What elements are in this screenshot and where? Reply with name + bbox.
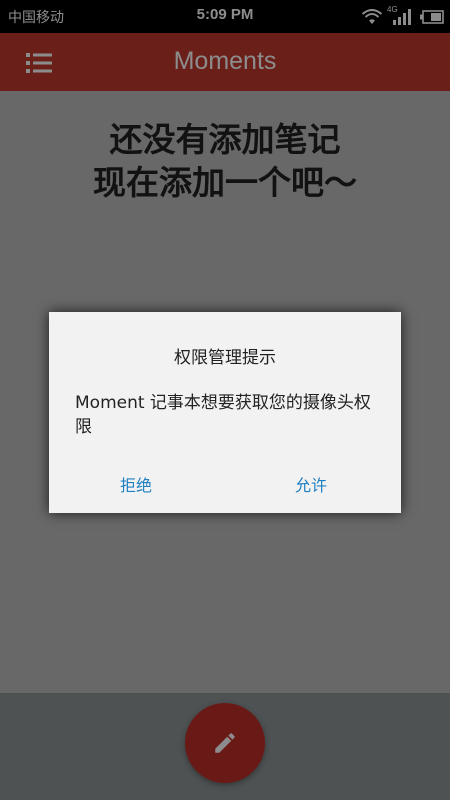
permission-dialog: 权限管理提示 Moment 记事本想要获取您的摄像头权限 拒绝 允许: [49, 312, 401, 513]
allow-button[interactable]: 允许: [295, 472, 327, 496]
dialog-message: Moment 记事本想要获取您的摄像头权限: [75, 393, 371, 437]
dialog-title: 权限管理提示: [174, 348, 276, 368]
deny-button[interactable]: 拒绝: [120, 472, 152, 496]
